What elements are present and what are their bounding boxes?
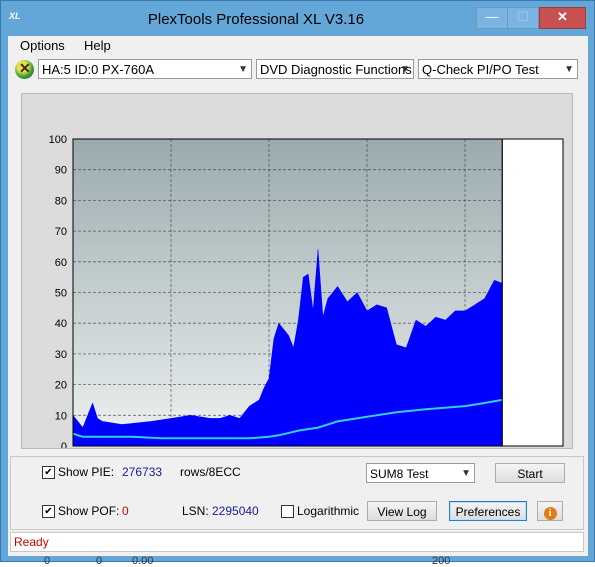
show-pie-label: Show PIE:	[58, 465, 115, 479]
preferences-button[interactable]: Preferences	[449, 501, 527, 521]
logarithmic-checkbox[interactable]	[281, 505, 294, 518]
view-log-button[interactable]: View Log	[367, 501, 437, 521]
test-select[interactable]: Q-Check PI/PO Test ▼	[418, 59, 578, 79]
drive-status-icon[interactable]: ✕	[15, 60, 34, 79]
background-number: 0	[96, 555, 103, 567]
y-tick-label: 20	[55, 380, 67, 392]
y-tick-label: 80	[55, 195, 67, 207]
info-icon: i	[543, 507, 557, 520]
y-tick-label: 50	[55, 288, 67, 300]
chart-panel: 0102030405060708090100012345	[21, 93, 573, 449]
sum-test-select[interactable]: SUM8 Test ▼	[366, 463, 475, 483]
status-bar: Ready	[10, 532, 584, 552]
test-select-value: Q-Check PI/PO Test	[422, 62, 539, 77]
menu-bar: Options Help	[8, 36, 588, 54]
function-select-value: DVD Diagnostic Functions	[260, 62, 412, 77]
pof-value: 0	[122, 504, 129, 518]
maximize-button[interactable]: ☐	[507, 7, 539, 29]
options-panel: ✔ Show PIE: 276733 rows/8ECC SUM8 Test ▼…	[10, 456, 584, 530]
show-pie-checkbox[interactable]: ✔	[42, 466, 55, 479]
title-bar[interactable]: XL PlexTools Professional XL V3.16 — ☐ ✕	[1, 1, 594, 35]
chevron-down-icon: ▼	[564, 64, 574, 75]
y-tick-label: 100	[49, 134, 67, 146]
chevron-down-icon: ▼	[238, 64, 248, 75]
client-area: Options Help ✕ HA:5 ID:0 PX-760A ▼ DVD D…	[8, 36, 588, 556]
close-button[interactable]: ✕	[539, 7, 586, 29]
unscanned-area	[502, 139, 563, 446]
y-tick-label: 0	[61, 441, 67, 448]
y-tick-label: 30	[55, 349, 67, 361]
minimize-button[interactable]: —	[476, 7, 508, 29]
pi-po-chart: 0102030405060708090100012345	[49, 134, 564, 448]
y-tick-label: 90	[55, 165, 67, 177]
background-number: 200	[432, 555, 451, 567]
main-window: XL PlexTools Professional XL V3.16 — ☐ ✕…	[0, 0, 595, 562]
y-tick-label: 60	[55, 257, 67, 269]
sum-test-value: SUM8 Test	[370, 467, 429, 481]
info-button[interactable]: i	[537, 501, 563, 521]
lsn-label: LSN:	[182, 504, 209, 518]
menu-options[interactable]: Options	[20, 38, 65, 53]
y-tick-label: 40	[55, 318, 67, 330]
logarithmic-label: Logarithmic	[297, 504, 360, 518]
window-title: PlexTools Professional XL V3.16	[147, 11, 365, 28]
drive-select-value: HA:5 ID:0 PX-760A	[42, 62, 154, 77]
y-tick-label: 10	[55, 410, 67, 422]
background-number: 0	[44, 555, 51, 567]
background-number: 0.00	[132, 555, 154, 567]
show-pof-checkbox[interactable]: ✔	[42, 505, 55, 518]
pie-unit: rows/8ECC	[180, 465, 241, 479]
start-button[interactable]: Start	[495, 463, 565, 483]
menu-help[interactable]: Help	[84, 38, 111, 53]
chevron-down-icon: ▼	[461, 468, 471, 479]
y-tick-label: 70	[55, 226, 67, 238]
toolbar: ✕ HA:5 ID:0 PX-760A ▼ DVD Diagnostic Fun…	[8, 55, 588, 85]
function-select[interactable]: DVD Diagnostic Functions ▼	[256, 59, 414, 79]
drive-select[interactable]: HA:5 ID:0 PX-760A ▼	[38, 59, 252, 79]
lsn-value: 2295040	[212, 504, 259, 518]
pie-value: 276733	[122, 465, 163, 479]
chevron-down-icon: ▼	[400, 64, 410, 75]
show-pof-label: Show POF:	[58, 504, 120, 518]
